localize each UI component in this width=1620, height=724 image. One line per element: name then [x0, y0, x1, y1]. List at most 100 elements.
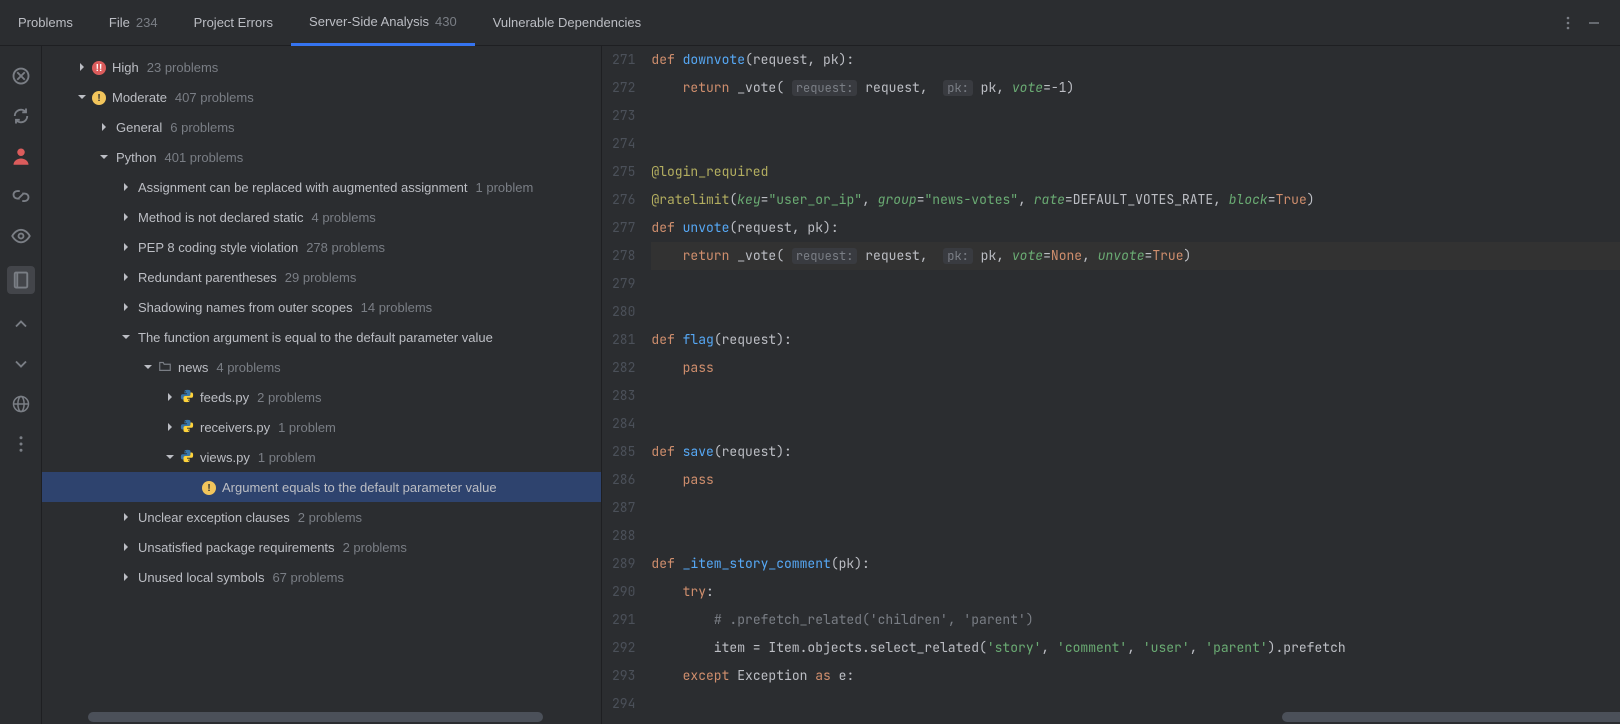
row-icon: !!	[92, 59, 106, 76]
chevron-icon	[186, 481, 198, 493]
eye-icon[interactable]	[11, 226, 31, 246]
row-count: 1 problem	[476, 180, 534, 195]
line-number: 288	[612, 522, 635, 550]
row-label: Assignment can be replaced with augmente…	[138, 180, 468, 195]
row-count: 14 problems	[361, 300, 433, 315]
code-line[interactable]: def downvote(request, pk):	[651, 46, 1620, 74]
file-item[interactable]: views.py 1 problem	[42, 442, 601, 472]
tool-sidebar	[0, 46, 42, 724]
tab-count: 430	[435, 14, 457, 29]
row-count: 2 problems	[298, 510, 362, 525]
code-line[interactable]	[651, 270, 1620, 298]
code-line[interactable]: def _item_story_comment(pk):	[651, 550, 1620, 578]
row-label: receivers.py	[200, 420, 270, 435]
tab-file[interactable]: File 234	[91, 0, 176, 46]
code-line[interactable]: def save(request):	[651, 438, 1620, 466]
chevron-icon	[76, 91, 88, 103]
code-line[interactable]	[651, 130, 1620, 158]
globe-icon[interactable]	[11, 394, 31, 414]
severity-high[interactable]: !! High 23 problems	[42, 52, 601, 82]
inspection-item[interactable]: Redundant parentheses 29 problems	[42, 262, 601, 292]
row-label: High	[112, 60, 139, 75]
tab-label: File	[109, 15, 130, 30]
collapse-icon[interactable]	[11, 354, 31, 374]
row-count: 2 problems	[343, 540, 407, 555]
tab-vulnerable-dependencies[interactable]: Vulnerable Dependencies	[475, 0, 659, 46]
line-number: 287	[612, 494, 635, 522]
code-line[interactable]: # .prefetch_related('children', 'parent'…	[651, 606, 1620, 634]
inspection-item[interactable]: Shadowing names from outer scopes 14 pro…	[42, 292, 601, 322]
code-line[interactable]: return _vote( request: request, pk: pk, …	[651, 74, 1620, 102]
tab-label: Project Errors	[194, 15, 273, 30]
link-icon[interactable]	[11, 186, 31, 206]
inspection-item[interactable]: Unused local symbols 67 problems	[42, 562, 601, 592]
code-line[interactable]	[651, 522, 1620, 550]
row-icon	[158, 359, 172, 376]
code-line[interactable]: try:	[651, 578, 1620, 606]
row-icon: !	[202, 479, 216, 496]
folder-news[interactable]: news 4 problems	[42, 352, 601, 382]
chevron-icon	[120, 181, 132, 193]
code-line[interactable]: pass	[651, 354, 1620, 382]
inspection-item[interactable]: The function argument is equal to the de…	[42, 322, 601, 352]
row-label: Shadowing names from outer scopes	[138, 300, 353, 315]
category-python[interactable]: Python 401 problems	[42, 142, 601, 172]
minimize-icon[interactable]	[1586, 15, 1602, 31]
line-number: 272	[612, 74, 635, 102]
code-line[interactable]: return _vote( request: request, pk: pk, …	[651, 242, 1620, 270]
tab-server-side-analysis[interactable]: Server-Side Analysis430	[291, 0, 475, 46]
line-number: 275	[612, 158, 635, 186]
refresh-icon[interactable]	[11, 106, 31, 126]
row-label: Unsatisfied package requirements	[138, 540, 335, 555]
chevron-icon	[164, 391, 176, 403]
chevron-icon	[164, 451, 176, 463]
tab-problems[interactable]: Problems	[0, 0, 91, 46]
row-label: Moderate	[112, 90, 167, 105]
more-icon[interactable]	[1560, 15, 1576, 31]
code-line[interactable]: except Exception as e:	[651, 662, 1620, 690]
inspection-item[interactable]: Unclear exception clauses 2 problems	[42, 502, 601, 532]
line-number: 280	[612, 298, 635, 326]
code-line[interactable]: @login_required	[651, 158, 1620, 186]
line-number: 278	[612, 242, 635, 270]
tab-bar: Problems File 234 Project Errors Server-Side…	[0, 0, 1620, 46]
close-icon[interactable]	[11, 66, 31, 86]
line-number: 285	[612, 438, 635, 466]
inspection-item[interactable]: Unsatisfied package requirements 2 probl…	[42, 532, 601, 562]
code-line[interactable]: item = Item.objects.select_related('stor…	[651, 634, 1620, 662]
h-scrollbar[interactable]	[1282, 712, 1620, 722]
chevron-icon	[120, 241, 132, 253]
severity-moderate[interactable]: ! Moderate 407 problems	[42, 82, 601, 112]
tab-project-errors[interactable]: Project Errors	[176, 0, 291, 46]
row-icon: !	[92, 89, 106, 106]
file-item[interactable]: receivers.py 1 problem	[42, 412, 601, 442]
more-vert-icon[interactable]	[11, 434, 31, 454]
code-line[interactable]	[651, 410, 1620, 438]
h-scrollbar[interactable]	[88, 712, 543, 722]
file-item[interactable]: feeds.py 2 problems	[42, 382, 601, 412]
code-line[interactable]	[651, 298, 1620, 326]
code-line[interactable]	[651, 494, 1620, 522]
category-general[interactable]: General 6 problems	[42, 112, 601, 142]
inspection-item[interactable]: Assignment can be replaced with augmente…	[42, 172, 601, 202]
row-count: 67 problems	[272, 570, 344, 585]
expand-icon[interactable]	[11, 314, 31, 334]
code-line[interactable]: pass	[651, 466, 1620, 494]
row-icon	[180, 419, 194, 436]
user-icon[interactable]	[11, 146, 31, 166]
tab-count: 234	[136, 15, 158, 30]
issue-item[interactable]: ! Argument equals to the default paramet…	[42, 472, 601, 502]
code-line[interactable]: def unvote(request, pk):	[651, 214, 1620, 242]
code-line[interactable]: @ratelimit(key="user_or_ip", group="news…	[651, 186, 1620, 214]
code-editor[interactable]: 2712722732742752762772782792802812822832…	[602, 46, 1620, 724]
line-number: 279	[612, 270, 635, 298]
line-number: 274	[612, 130, 635, 158]
code-line[interactable]	[651, 102, 1620, 130]
row-count: 4 problems	[311, 210, 375, 225]
code-line[interactable]	[651, 382, 1620, 410]
inspection-item[interactable]: PEP 8 coding style violation 278 problem…	[42, 232, 601, 262]
book-icon[interactable]	[7, 266, 35, 294]
chevron-icon	[164, 421, 176, 433]
inspection-item[interactable]: Method is not declared static 4 problems	[42, 202, 601, 232]
code-line[interactable]: def flag(request):	[651, 326, 1620, 354]
